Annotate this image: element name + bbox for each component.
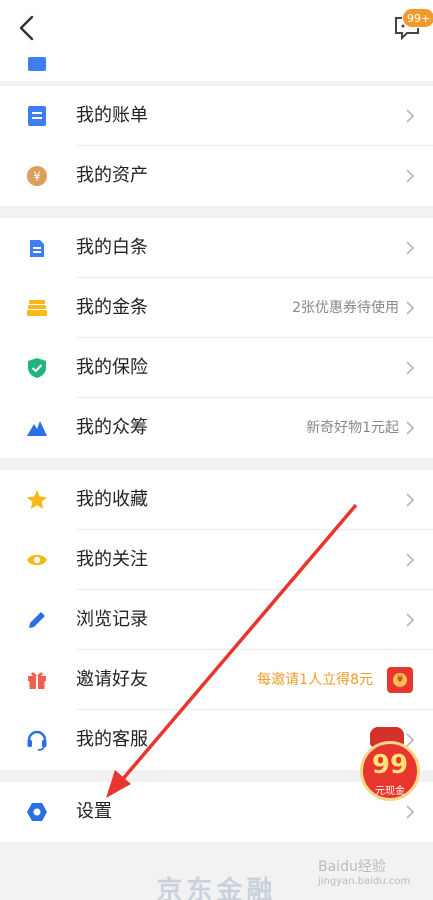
- promo-circle: 99 元现金: [360, 741, 420, 801]
- list-item-label: 我的卡劵: [76, 56, 148, 78]
- list-item-label: 我的账单: [76, 105, 148, 126]
- chevron-right-icon: [406, 421, 415, 435]
- list-item-jintiao[interactable]: 我的金条 2张优惠券待使用: [0, 278, 433, 338]
- message-count-badge: 99+: [402, 8, 433, 28]
- back-arrow-icon[interactable]: [14, 14, 40, 42]
- chevron-right-icon: [406, 109, 415, 123]
- watermark-url: jingyan.baidu.com: [318, 876, 411, 887]
- list-item-invite[interactable]: 邀请好友 每邀请1人立得8元 ¥: [0, 650, 433, 710]
- chevron-right-icon: [406, 553, 415, 567]
- invite-reward-hint: 每邀请1人立得8元: [257, 672, 373, 688]
- list-item-label: 设置: [76, 801, 112, 822]
- gold-bars-icon: [27, 300, 47, 316]
- list-item-label: 我的客服: [76, 729, 148, 750]
- list-item-label: 浏览记录: [76, 609, 148, 630]
- chevron-right-icon: [406, 613, 415, 627]
- list-item-crowdfunding[interactable]: 我的众筹 新奇好物1元起: [0, 398, 433, 458]
- red-envelope-icon: ¥: [387, 667, 413, 693]
- coupon-hint: 2张优惠券待使用: [292, 300, 399, 316]
- list-item-following[interactable]: 我的关注: [0, 530, 433, 590]
- card-icon: [28, 57, 46, 71]
- list-item-favorites[interactable]: 我的收藏: [0, 470, 433, 530]
- top-bar: 99+: [0, 0, 433, 56]
- crowdfunding-hint: 新奇好物1元起: [306, 420, 399, 436]
- list-item-bill[interactable]: 我的账单: [0, 86, 433, 146]
- list-item-label: 我的众筹: [76, 417, 148, 438]
- list-group-2: 我的白条 我的金条 2张优惠券待使用 我的保险 我的众筹 新奇好物1元起: [0, 218, 433, 458]
- list-item-label: 我的白条: [76, 237, 148, 258]
- settings-hexagon-icon: [27, 803, 47, 821]
- pencil-icon: [29, 612, 45, 628]
- list-group-1: 我的账单 ¥ 我的资产: [0, 86, 433, 206]
- gift-icon: [28, 672, 46, 689]
- chevron-right-icon: [406, 805, 415, 819]
- watermark-text: Baidu经验: [318, 859, 386, 875]
- cash-promo-badge[interactable]: 99 元现金: [356, 727, 422, 807]
- svg-text:¥: ¥: [33, 170, 41, 184]
- red-envelope-yen: ¥: [393, 673, 407, 687]
- list-item-label: 邀请好友: [76, 669, 148, 690]
- list-item-label: 我的金条: [76, 297, 148, 318]
- chevron-right-icon: [406, 241, 415, 255]
- list-partial: 我的卡劵: [0, 56, 433, 81]
- eye-icon: [27, 554, 47, 566]
- list-item-insurance[interactable]: 我的保险: [0, 338, 433, 398]
- list-item-label: 我的资产: [76, 165, 148, 186]
- baitiao-icon: [30, 240, 44, 257]
- list-group-3: 我的收藏 我的关注 浏览记录 邀请好友 每邀请1人立得8元 ¥ 我的客服: [0, 470, 433, 770]
- list-item-assets[interactable]: ¥ 我的资产: [0, 146, 433, 206]
- chevron-right-icon: [406, 361, 415, 375]
- promo-amount: 99: [371, 750, 409, 780]
- chevron-right-icon: [406, 169, 415, 183]
- yen-coin-icon: ¥: [27, 166, 47, 186]
- list-item-partial[interactable]: 我的卡劵: [0, 56, 433, 81]
- promo-unit: 元现金: [375, 786, 405, 797]
- chevron-right-icon: [406, 493, 415, 507]
- mountain-icon: [27, 421, 47, 436]
- list-item-label: 我的关注: [76, 549, 148, 570]
- star-icon: [27, 490, 47, 509]
- list-item-label: 我的收藏: [76, 489, 148, 510]
- shield-check-icon: [28, 358, 46, 378]
- list-item-label: 我的保险: [76, 357, 148, 378]
- headset-icon: [27, 730, 47, 751]
- list-item-history[interactable]: 浏览记录: [0, 590, 433, 650]
- chevron-right-icon: [406, 301, 415, 315]
- list-item-baitiao[interactable]: 我的白条: [0, 218, 433, 278]
- bill-icon: [28, 106, 46, 126]
